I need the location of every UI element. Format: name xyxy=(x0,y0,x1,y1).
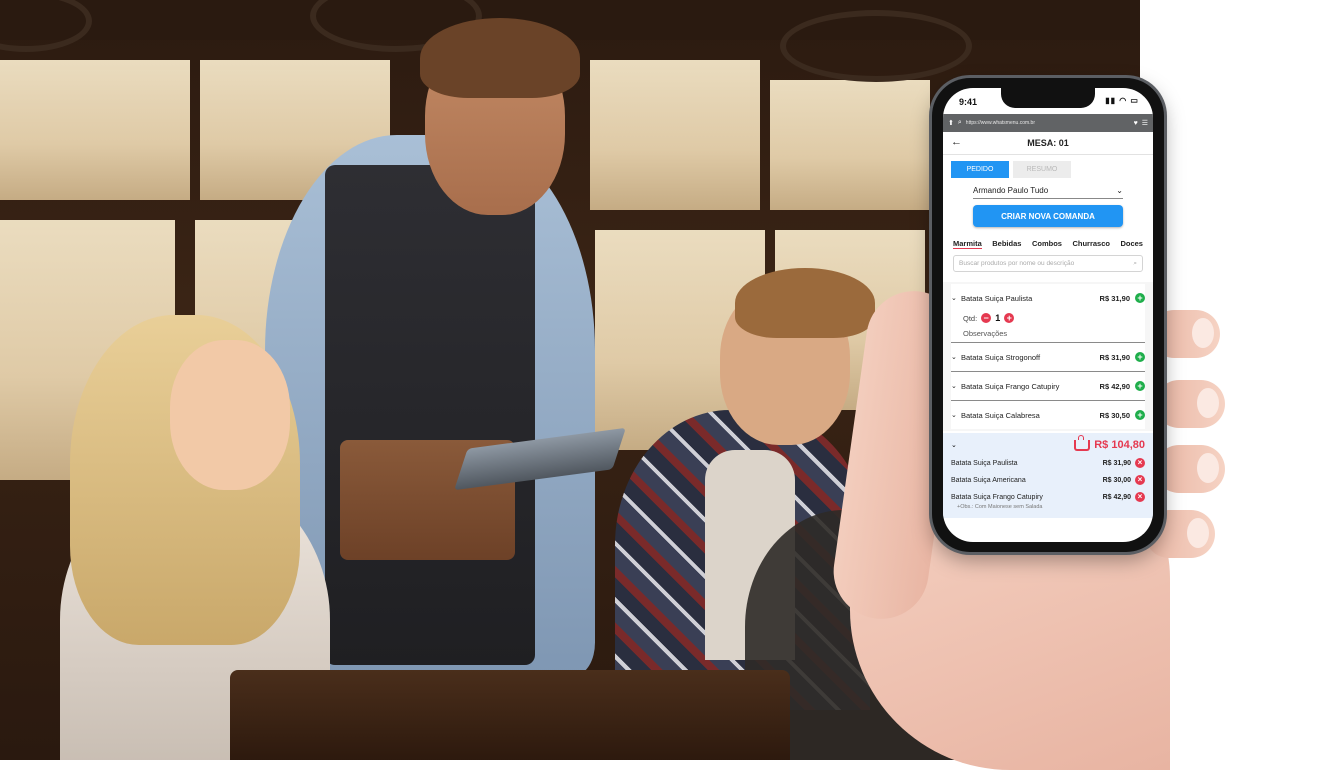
qty-value: 1 xyxy=(995,313,1001,323)
order-summary: ⌄ R$ 104,80 Batata Suiça Paulista R$ 31,… xyxy=(943,433,1153,518)
customer-select-value: Armando Paulo Tudo xyxy=(973,186,1049,195)
product-price: R$ 31,90 xyxy=(1099,293,1130,303)
product-list: ⌄ Batata Suiça Paulista R$ 31,90 + Qtd: … xyxy=(943,282,1153,431)
category-churrasco[interactable]: Churrasco xyxy=(1072,239,1110,249)
summary-item-name: Batata Suiça Frango Catupiry xyxy=(951,493,1043,501)
summary-item-price: R$ 30,00 xyxy=(1102,476,1131,484)
basket-icon xyxy=(1074,434,1091,451)
chevron-down-icon[interactable]: ⌄ xyxy=(951,441,957,449)
product-item: ⌄ Batata Suiça Paulista R$ 31,90 + Qtd: … xyxy=(951,284,1145,343)
chevron-down-icon[interactable]: ⌄ xyxy=(951,382,961,390)
remove-icon[interactable]: × xyxy=(1135,458,1145,468)
summary-row: Batata Suiça Frango Catupiry R$ 42,90 × xyxy=(951,492,1145,502)
heart-icon[interactable]: ♥ xyxy=(1134,120,1138,127)
order-tabs: PEDIDO RESUMO xyxy=(943,155,1153,178)
plus-icon[interactable]: + xyxy=(1004,313,1015,323)
home-icon[interactable]: ⬆ xyxy=(948,119,954,127)
browser-bar: ⬆ ⌕ https://www.whatsmenu.com.br ♥ ☰ xyxy=(943,114,1153,132)
remove-icon[interactable]: × xyxy=(1135,492,1145,502)
category-combos[interactable]: Combos xyxy=(1032,239,1062,249)
customer-select[interactable]: Armando Paulo Tudo ⌄ xyxy=(973,186,1123,199)
observations-field[interactable]: Observações xyxy=(951,324,1145,342)
menu-icon[interactable]: ☰ xyxy=(1142,119,1148,127)
product-name: Batata Suiça Frango Catupiry xyxy=(961,381,1060,391)
signal-wifi-battery-icon: ▮▮ ◠ ▭ xyxy=(1105,96,1139,105)
summary-row: Batata Suiça Paulista R$ 31,90 × xyxy=(951,458,1145,468)
search-icon: ⌕ xyxy=(957,119,962,126)
smartphone: 9:41 ▮▮ ◠ ▭ ⬆ ⌕ https://www.whatsmenu.co… xyxy=(932,78,1164,552)
product-search-input[interactable]: Buscar produtos por nome ou descrição ⌕ xyxy=(953,255,1143,272)
quantity-stepper: Qtd: − 1 + xyxy=(951,312,1145,324)
product-name: Batata Suiça Strogonoff xyxy=(961,352,1041,362)
add-icon[interactable]: + xyxy=(1135,293,1145,303)
page-header: ← MESA: 01 xyxy=(943,132,1153,155)
summary-item-name: Batata Suiça Paulista xyxy=(951,459,1018,467)
search-icon: ⌕ xyxy=(1133,259,1137,267)
search-placeholder: Buscar produtos por nome ou descrição xyxy=(959,260,1075,267)
phone-screen: 9:41 ▮▮ ◠ ▭ ⬆ ⌕ https://www.whatsmenu.co… xyxy=(943,88,1153,542)
add-icon[interactable]: + xyxy=(1135,410,1145,420)
product-name: Batata Suiça Paulista xyxy=(961,293,1033,303)
category-marmita[interactable]: Marmita xyxy=(953,239,982,249)
back-arrow-icon[interactable]: ← xyxy=(951,136,962,148)
phone-notch xyxy=(1001,88,1095,108)
add-icon[interactable]: + xyxy=(1135,381,1145,391)
summary-item-note: +Obs.: Com Maionese sem Salada xyxy=(957,504,1043,510)
total-value: R$ 104,80 xyxy=(1094,439,1145,451)
summary-item-price: R$ 31,90 xyxy=(1102,459,1131,467)
create-order-button[interactable]: CRIAR NOVA COMANDA xyxy=(973,205,1123,227)
wooden-table xyxy=(230,670,790,760)
url-field[interactable]: https://www.whatsmenu.com.br xyxy=(965,120,1130,126)
chevron-down-icon[interactable]: ⌄ xyxy=(951,294,961,302)
category-doces[interactable]: Doces xyxy=(1120,239,1143,249)
product-name: Batata Suiça Calabresa xyxy=(961,410,1040,420)
category-tabs: Marmita Bebidas Combos Churrasco Doces xyxy=(943,239,1153,249)
product-price: R$ 31,90 xyxy=(1099,352,1130,362)
chevron-down-icon[interactable]: ⌄ xyxy=(951,411,961,419)
tab-pedido[interactable]: PEDIDO xyxy=(951,161,1009,178)
summary-item-price: R$ 42,90 xyxy=(1102,493,1131,501)
order-total: R$ 104,80 xyxy=(1074,434,1145,451)
remove-icon[interactable]: × xyxy=(1135,475,1145,485)
product-price: R$ 42,90 xyxy=(1099,381,1130,391)
qty-label: Qtd: xyxy=(963,313,978,323)
product-item: ⌄ Batata Suiça Calabresa R$ 30,50 + xyxy=(951,401,1145,429)
product-item: ⌄ Batata Suiça Strogonoff R$ 31,90 + xyxy=(951,343,1145,372)
summary-row: Batata Suiça Americana R$ 30,00 × xyxy=(951,475,1145,485)
chevron-down-icon[interactable]: ⌄ xyxy=(951,353,961,361)
chevron-down-icon: ⌄ xyxy=(1116,186,1123,195)
tab-resumo[interactable]: RESUMO xyxy=(1013,161,1071,178)
summary-item-name: Batata Suiça Americana xyxy=(951,476,1026,484)
minus-icon[interactable]: − xyxy=(981,313,992,323)
category-bebidas[interactable]: Bebidas xyxy=(992,239,1021,249)
product-item: ⌄ Batata Suiça Frango Catupiry R$ 42,90 … xyxy=(951,372,1145,401)
product-price: R$ 30,50 xyxy=(1099,410,1130,420)
page-title: MESA: 01 xyxy=(1027,138,1069,148)
add-icon[interactable]: + xyxy=(1135,352,1145,362)
status-time: 9:41 xyxy=(959,97,978,107)
